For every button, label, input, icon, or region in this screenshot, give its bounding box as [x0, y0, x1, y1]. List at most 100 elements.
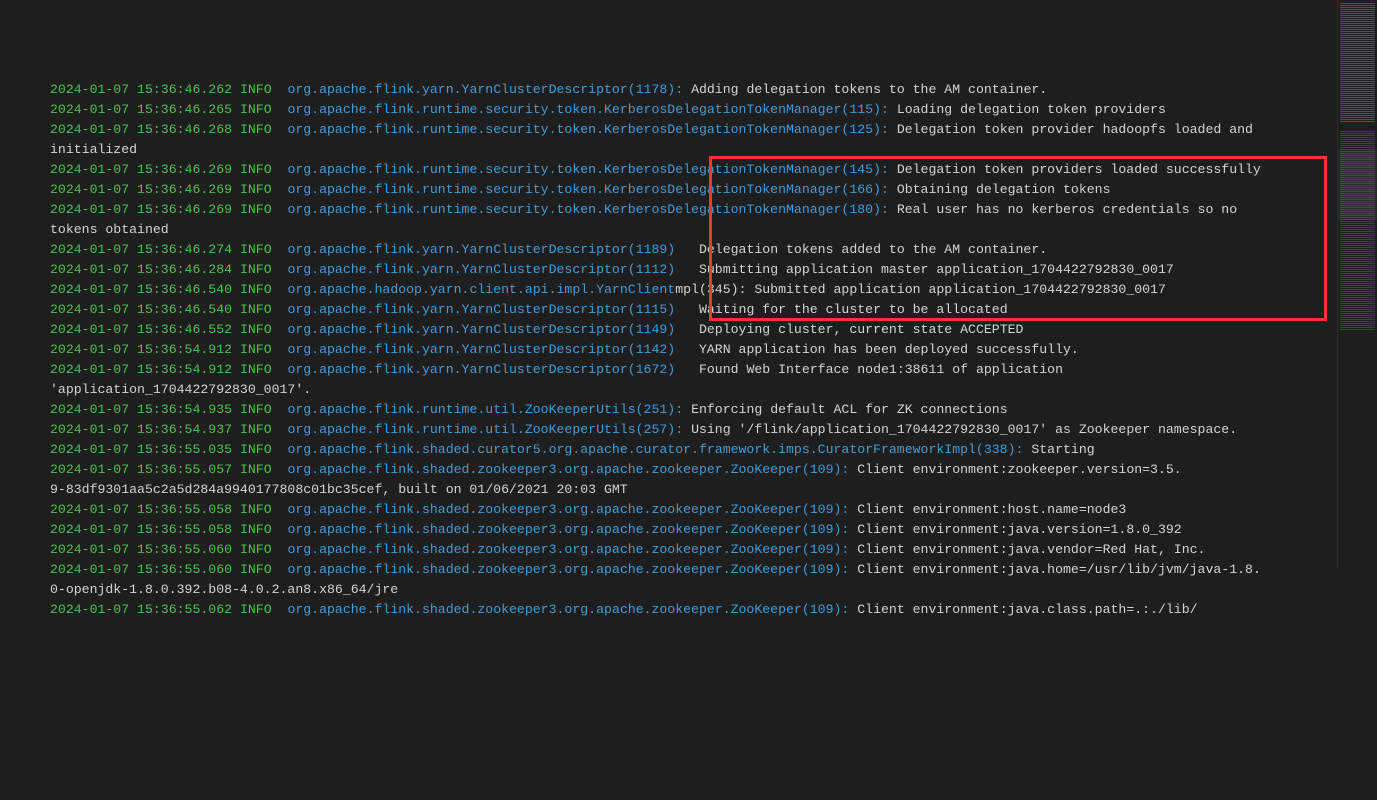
log-line-wrap[interactable]: tokens obtained	[50, 220, 1377, 240]
log-message: Real user has no kerberos credentials so…	[897, 202, 1237, 217]
log-timestamp: 2024-01-07 15:36:54.912	[50, 362, 232, 377]
log-message: Delegation tokens added to the AM contai…	[683, 242, 1047, 257]
log-class: org.apache.flink.shaded.zookeeper3.org.a…	[287, 462, 849, 477]
log-timestamp: 2024-01-07 15:36:55.062	[50, 602, 232, 617]
minimap-band	[1340, 2, 1375, 122]
log-message: Delegation token provider hadoopfs loade…	[897, 122, 1253, 137]
log-timestamp: 2024-01-07 15:36:46.284	[50, 262, 232, 277]
log-level: INFO	[240, 202, 272, 217]
log-level: INFO	[240, 602, 272, 617]
log-timestamp: 2024-01-07 15:36:55.057	[50, 462, 232, 477]
log-timestamp: 2024-01-07 15:36:46.265	[50, 102, 232, 117]
log-level: INFO	[240, 402, 272, 417]
log-class: org.apache.flink.runtime.util.ZooKeeperU…	[287, 422, 683, 437]
log-level: INFO	[240, 122, 272, 137]
log-class: org.apache.flink.yarn.YarnClusterDescrip…	[287, 302, 675, 317]
log-message: Loading delegation token providers	[897, 102, 1166, 117]
log-level: INFO	[240, 342, 272, 357]
log-class: org.apache.flink.shaded.zookeeper3.org.a…	[287, 542, 849, 557]
log-line-wrap[interactable]: 9-83df9301aa5c2a5d284a9940177808c01bc35c…	[50, 480, 1377, 500]
log-message-wrap: 0-openjdk-1.8.0.392.b08-4.0.2.an8.x86_64…	[50, 582, 398, 597]
log-line[interactable]: 2024-01-07 15:36:54.912 INFO org.apache.…	[50, 340, 1377, 360]
minimap-viewport[interactable]	[1338, 150, 1377, 220]
log-timestamp: 2024-01-07 15:36:54.935	[50, 402, 232, 417]
log-message: Adding delegation tokens to the AM conta…	[691, 82, 1047, 97]
log-message-wrap: 'application_1704422792830_0017'.	[50, 382, 311, 397]
minimap[interactable]	[1337, 0, 1377, 569]
log-timestamp: 2024-01-07 15:36:46.540	[50, 282, 232, 297]
log-line[interactable]: 2024-01-07 15:36:54.937 INFO org.apache.…	[50, 420, 1377, 440]
log-message: Delegation token providers loaded succes…	[897, 162, 1261, 177]
log-level: INFO	[240, 242, 272, 257]
log-level: INFO	[240, 542, 272, 557]
log-message-wrap: initialized	[50, 142, 137, 157]
log-line[interactable]: 2024-01-07 15:36:46.269 INFO org.apache.…	[50, 200, 1377, 220]
log-class: org.apache.flink.runtime.security.token.…	[287, 182, 888, 197]
log-line[interactable]: 2024-01-07 15:36:54.935 INFO org.apache.…	[50, 400, 1377, 420]
log-class: org.apache.flink.shaded.zookeeper3.org.a…	[287, 602, 849, 617]
log-timestamp: 2024-01-07 15:36:46.269	[50, 202, 232, 217]
log-level: INFO	[240, 262, 272, 277]
log-message: Client environment:java.home=/usr/lib/jv…	[857, 562, 1261, 577]
log-output[interactable]: 2024-01-07 15:36:46.262 INFO org.apache.…	[0, 80, 1377, 620]
log-timestamp: 2024-01-07 15:36:46.269	[50, 162, 232, 177]
log-timestamp: 2024-01-07 15:36:46.540	[50, 302, 232, 317]
log-line[interactable]: 2024-01-07 15:36:55.057 INFO org.apache.…	[50, 460, 1377, 480]
log-level: INFO	[240, 462, 272, 477]
log-level: INFO	[240, 422, 272, 437]
log-line[interactable]: 2024-01-07 15:36:55.058 INFO org.apache.…	[50, 500, 1377, 520]
log-line-wrap[interactable]: 'application_1704422792830_0017'.	[50, 380, 1377, 400]
log-timestamp: 2024-01-07 15:36:46.274	[50, 242, 232, 257]
log-level: INFO	[240, 562, 272, 577]
log-message: Client environment:java.version=1.8.0_39…	[857, 522, 1181, 537]
log-class: org.apache.flink.shaded.zookeeper3.org.a…	[287, 522, 849, 537]
log-timestamp: 2024-01-07 15:36:54.912	[50, 342, 232, 357]
log-timestamp: 2024-01-07 15:36:46.269	[50, 182, 232, 197]
log-message: Enforcing default ACL for ZK connections	[691, 402, 1008, 417]
log-class: org.apache.flink.runtime.security.token.…	[287, 202, 888, 217]
log-mid: mpl(345):	[675, 282, 754, 297]
log-message: Deploying cluster, current state ACCEPTE…	[683, 322, 1023, 337]
log-line[interactable]: 2024-01-07 15:36:54.912 INFO org.apache.…	[50, 360, 1377, 380]
log-timestamp: 2024-01-07 15:36:54.937	[50, 422, 232, 437]
log-class: org.apache.flink.runtime.util.ZooKeeperU…	[287, 402, 683, 417]
log-line[interactable]: 2024-01-07 15:36:46.269 INFO org.apache.…	[50, 160, 1377, 180]
log-line-wrap[interactable]: initialized	[50, 140, 1377, 160]
log-message-wrap: 9-83df9301aa5c2a5d284a9940177808c01bc35c…	[50, 482, 628, 497]
log-line[interactable]: 2024-01-07 15:36:46.540 INFO org.apache.…	[50, 280, 1377, 300]
log-class: org.apache.flink.shaded.zookeeper3.org.a…	[287, 562, 849, 577]
log-line[interactable]: 2024-01-07 15:36:46.552 INFO org.apache.…	[50, 320, 1377, 340]
log-line[interactable]: 2024-01-07 15:36:46.262 INFO org.apache.…	[50, 80, 1377, 100]
log-message: Client environment:zookeeper.version=3.5…	[857, 462, 1181, 477]
log-line[interactable]: 2024-01-07 15:36:55.060 INFO org.apache.…	[50, 560, 1377, 580]
log-level: INFO	[240, 362, 272, 377]
log-line[interactable]: 2024-01-07 15:36:46.284 INFO org.apache.…	[50, 260, 1377, 280]
log-level: INFO	[240, 322, 272, 337]
log-timestamp: 2024-01-07 15:36:46.262	[50, 82, 232, 97]
log-class: org.apache.flink.yarn.YarnClusterDescrip…	[287, 322, 675, 337]
log-level: INFO	[240, 502, 272, 517]
log-level: INFO	[240, 442, 272, 457]
log-timestamp: 2024-01-07 15:36:55.060	[50, 562, 232, 577]
log-line[interactable]: 2024-01-07 15:36:55.060 INFO org.apache.…	[50, 540, 1377, 560]
log-line[interactable]: 2024-01-07 15:36:55.035 INFO org.apache.…	[50, 440, 1377, 460]
log-class: org.apache.flink.yarn.YarnClusterDescrip…	[287, 262, 675, 277]
log-message: YARN application has been deployed succe…	[683, 342, 1079, 357]
log-line[interactable]: 2024-01-07 15:36:55.058 INFO org.apache.…	[50, 520, 1377, 540]
log-class: org.apache.hadoop.yarn.client.api.impl.Y…	[287, 282, 675, 297]
log-line[interactable]: 2024-01-07 15:36:46.265 INFO org.apache.…	[50, 100, 1377, 120]
log-message: Obtaining delegation tokens	[897, 182, 1111, 197]
log-class: org.apache.flink.yarn.YarnClusterDescrip…	[287, 362, 675, 377]
log-message: Submitting application master applicatio…	[683, 262, 1174, 277]
log-line[interactable]: 2024-01-07 15:36:46.268 INFO org.apache.…	[50, 120, 1377, 140]
log-level: INFO	[240, 162, 272, 177]
log-message: Submitted application application_170442…	[754, 282, 1166, 297]
log-level: INFO	[240, 522, 272, 537]
log-line[interactable]: 2024-01-07 15:36:55.062 INFO org.apache.…	[50, 600, 1377, 620]
log-line[interactable]: 2024-01-07 15:36:46.540 INFO org.apache.…	[50, 300, 1377, 320]
log-message: Starting	[1031, 442, 1094, 457]
log-level: INFO	[240, 282, 272, 297]
log-line[interactable]: 2024-01-07 15:36:46.274 INFO org.apache.…	[50, 240, 1377, 260]
log-line[interactable]: 2024-01-07 15:36:46.269 INFO org.apache.…	[50, 180, 1377, 200]
log-line-wrap[interactable]: 0-openjdk-1.8.0.392.b08-4.0.2.an8.x86_64…	[50, 580, 1377, 600]
